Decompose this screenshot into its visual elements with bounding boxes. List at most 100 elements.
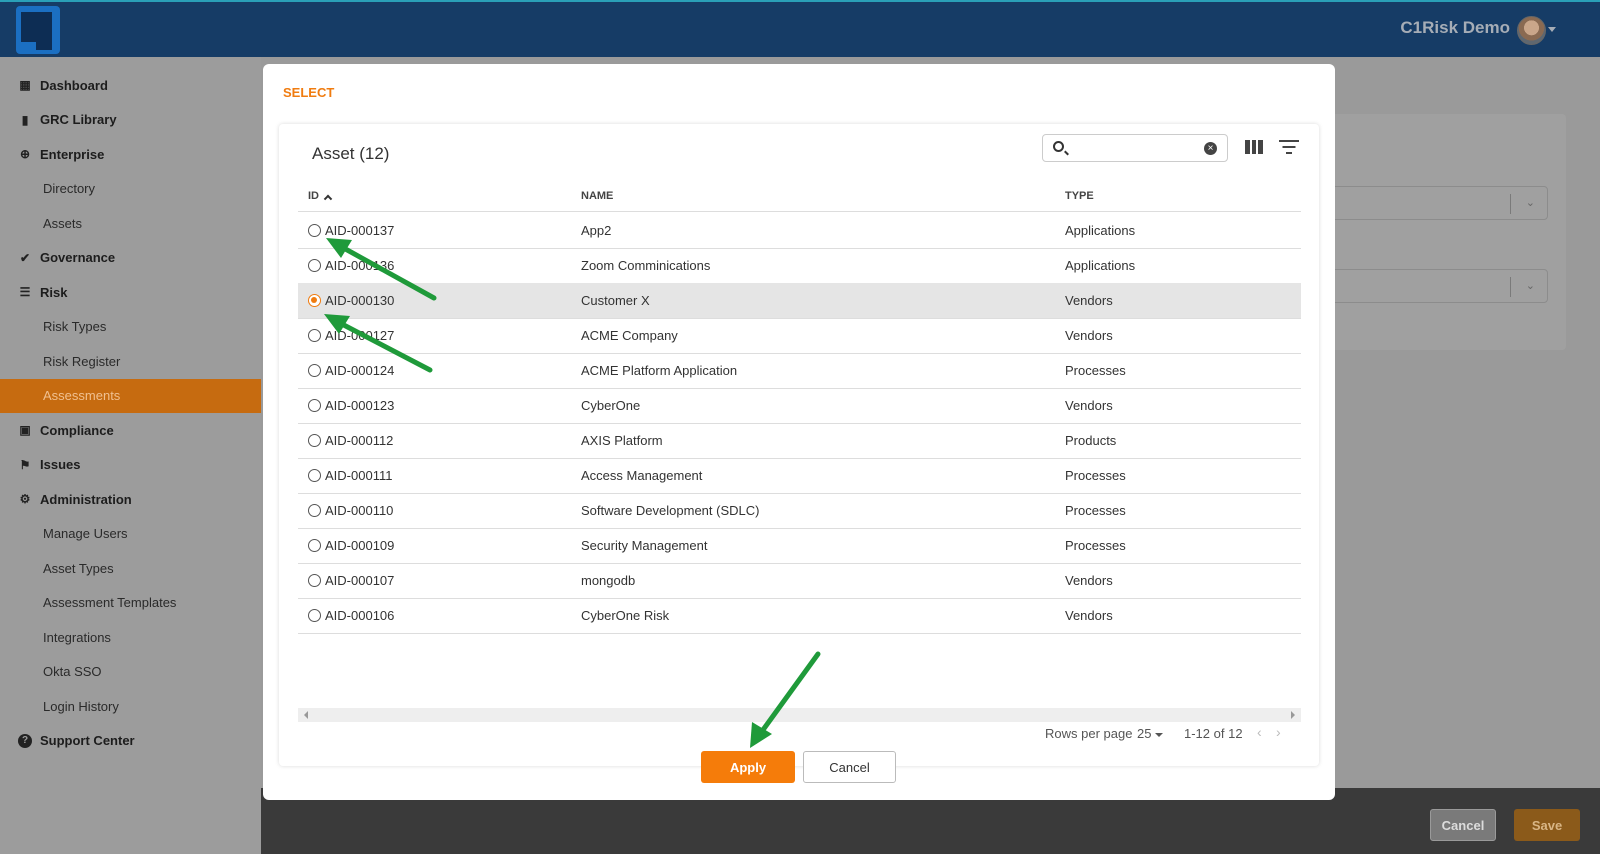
sidebar-item-issues[interactable]: ⚑ Issues (0, 448, 261, 482)
cell-type: Vendors (1065, 608, 1113, 623)
cell-name: Customer X (581, 293, 650, 308)
table-row[interactable]: AID-000112 AXIS Platform Products (298, 423, 1301, 459)
sidebar-item-grc-library[interactable]: ▮ GRC Library (0, 103, 261, 137)
clipboard-icon: ▣ (19, 423, 31, 437)
cell-type: Vendors (1065, 398, 1113, 413)
table-header: ID NAME TYPE (298, 178, 1301, 212)
chevron-down-icon[interactable] (1548, 27, 1556, 32)
cell-type: Processes (1065, 363, 1126, 378)
sidebar-item-integrations[interactable]: Integrations (0, 620, 261, 654)
table-row[interactable]: AID-000124 ACME Platform Application Proce… (298, 353, 1301, 389)
filter-icon[interactable] (1279, 140, 1299, 154)
sidebar-item-label: GRC Library (40, 112, 117, 127)
table-row[interactable]: AID-000111 Access Management Processes (298, 458, 1301, 494)
sidebar-item-risk-register[interactable]: Risk Register (0, 344, 261, 378)
table-row[interactable]: AID-000123 CyberOne Vendors (298, 388, 1301, 424)
clear-search-icon[interactable]: × (1204, 142, 1217, 155)
table-row[interactable]: AID-000107 mongodb Vendors (298, 563, 1301, 599)
columns-icon[interactable] (1245, 140, 1264, 154)
previous-page-icon[interactable]: ‹ (1257, 724, 1262, 740)
sidebar-item-assets[interactable]: Assets (0, 206, 261, 240)
cancel-button[interactable]: Cancel (803, 751, 896, 783)
sidebar-item-assessments[interactable]: Assessments (0, 378, 261, 413)
search-input[interactable]: × (1042, 134, 1228, 162)
sidebar-item-asset-types[interactable]: Asset Types (0, 551, 261, 585)
chevron-down-icon: ⌄ (1525, 280, 1535, 292)
table-row[interactable]: AID-000130 Customer X Vendors (298, 283, 1301, 319)
apply-button[interactable]: Apply (701, 751, 795, 783)
modal-title: SELECT (283, 85, 335, 100)
select-asset-modal: SELECT Asset (12) × ID NAME TYPE AID-000… (263, 64, 1335, 800)
table-row[interactable]: AID-000136 Zoom Comminications Application… (298, 248, 1301, 284)
cell-id: AID-000107 (325, 573, 395, 588)
cell-name: AXIS Platform (581, 433, 663, 448)
sidebar-item-dashboard[interactable]: ▦ Dashboard (0, 68, 261, 102)
table-row[interactable]: AID-000127 ACME Company Vendors (298, 318, 1301, 354)
sidebar-item-label: Risk Register (43, 353, 121, 369)
book-icon: ▮ (21, 112, 29, 127)
background-select[interactable]: ⌄ (1300, 186, 1548, 220)
sidebar-item-risk[interactable]: ☰ Risk (0, 275, 261, 309)
sidebar-item-risk-types[interactable]: Risk Types (0, 310, 261, 344)
sidebar: ▦ Dashboard ▮ GRC Library ⊕ Enterprise Directo… (0, 57, 261, 854)
user-avatar-icon[interactable] (1517, 16, 1546, 45)
row-radio[interactable] (308, 609, 321, 622)
globe-icon: ⊕ (19, 147, 31, 161)
table-row[interactable]: AID-000109 Security Management Processes (298, 528, 1301, 564)
c1-logo-icon[interactable] (16, 6, 60, 54)
table-row[interactable]: AID-000110 Software Development (SDLC) Pro… (298, 493, 1301, 529)
table-title: Asset (12) (312, 144, 390, 163)
flag-icon: ⚑ (19, 457, 31, 472)
column-header-id[interactable]: ID (308, 190, 333, 204)
row-radio[interactable] (308, 469, 321, 482)
background-panel (1300, 114, 1566, 350)
row-radio[interactable] (308, 434, 321, 447)
sidebar-item-label: Okta SSO (43, 664, 102, 679)
account-name[interactable]: C1Risk Demo (1400, 18, 1510, 38)
cell-type: Vendors (1065, 328, 1113, 343)
sidebar-item-manage-users[interactable]: Manage Users (0, 517, 261, 551)
sidebar-item-label: Directory (43, 181, 96, 196)
sidebar-item-support-center[interactable]: ? Support Center (0, 724, 261, 758)
dashboard-grid-icon: ▦ (19, 78, 31, 92)
cell-name: ACME Company (581, 328, 678, 343)
row-radio[interactable] (308, 399, 321, 412)
row-radio[interactable] (308, 224, 321, 237)
horizontal-scrollbar[interactable] (298, 708, 1301, 722)
sidebar-item-enterprise[interactable]: ⊕ Enterprise (0, 137, 261, 171)
row-radio[interactable] (308, 574, 321, 587)
page-save-button[interactable]: Save (1514, 809, 1580, 841)
sort-ascending-icon (323, 194, 333, 204)
row-radio[interactable] (308, 539, 321, 552)
sidebar-item-label: Enterprise (40, 146, 105, 162)
sidebar-item-administration[interactable]: ⚙ Administration (0, 482, 261, 516)
row-radio[interactable] (308, 294, 321, 307)
sidebar-item-label: Dashboard (40, 77, 108, 93)
cell-name: CyberOne Risk (581, 608, 670, 623)
table-row[interactable]: AID-000137 App2 Applications (298, 213, 1301, 249)
sidebar-item-label: Administration (40, 491, 132, 507)
next-page-icon[interactable]: › (1276, 724, 1281, 740)
rows-per-page-select[interactable]: 25 (1137, 726, 1164, 741)
cell-type: Processes (1065, 468, 1126, 483)
column-header-type[interactable]: TYPE (1065, 190, 1094, 202)
check-icon: ✔ (19, 250, 31, 265)
page-cancel-button[interactable]: Cancel (1430, 809, 1496, 841)
cell-name: App2 (581, 223, 612, 238)
row-radio[interactable] (308, 504, 321, 517)
sidebar-item-governance[interactable]: ✔ Governance (0, 241, 261, 275)
row-radio[interactable] (308, 364, 321, 377)
background-select[interactable]: ⌄ (1300, 269, 1548, 303)
cell-id: AID-000137 (325, 223, 395, 238)
sidebar-item-login-history[interactable]: Login History (0, 689, 261, 723)
row-radio[interactable] (308, 329, 321, 342)
row-radio[interactable] (308, 259, 321, 272)
sidebar-item-directory[interactable]: Directory (0, 172, 261, 206)
sidebar-item-assessment-templates[interactable]: Assessment Templates (0, 586, 261, 620)
question-icon: ? (18, 733, 32, 748)
column-header-name[interactable]: NAME (581, 190, 613, 202)
cell-type: Processes (1065, 538, 1126, 553)
table-row[interactable]: AID-000106 CyberOne Risk Vendors (298, 598, 1301, 634)
sidebar-item-okta-sso[interactable]: Okta SSO (0, 655, 261, 689)
sidebar-item-compliance[interactable]: ▣ Compliance (0, 413, 261, 447)
